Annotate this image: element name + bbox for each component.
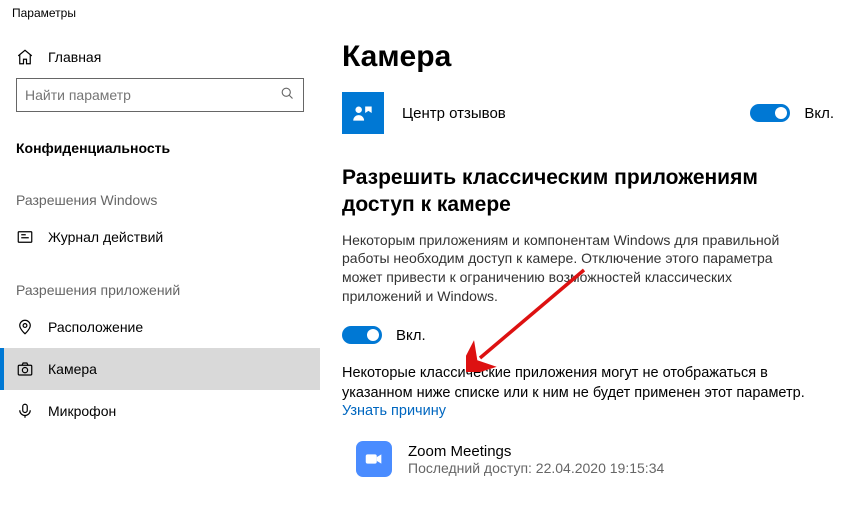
- allow-classic-desc: Некоторым приложениям и компонентам Wind…: [342, 231, 812, 307]
- main-content: Камера Центр отзывов Вкл. Разрешить клас…: [320, 26, 856, 529]
- search-input-wrap[interactable]: [16, 78, 304, 112]
- classic-app-sub: Последний доступ: 22.04.2020 19:15:34: [408, 460, 664, 476]
- learn-why-link[interactable]: Узнать причину: [342, 403, 834, 419]
- sidebar-item-camera[interactable]: Камера: [0, 348, 320, 390]
- sidebar-item-microphone[interactable]: Микрофон: [0, 390, 320, 432]
- app-name: Центр отзывов: [402, 105, 732, 122]
- sidebar-item-label: Камера: [48, 361, 97, 377]
- classic-app-name: Zoom Meetings: [408, 443, 664, 460]
- microphone-icon: [16, 402, 34, 420]
- sidebar-item-privacy[interactable]: Конфиденциальность: [0, 128, 320, 168]
- classic-app-row: Zoom Meetings Последний доступ: 22.04.20…: [342, 441, 834, 477]
- sidebar-item-home[interactable]: Главная: [0, 36, 320, 78]
- sidebar-item-label: Расположение: [48, 319, 143, 335]
- camera-icon: [16, 360, 34, 378]
- sidebar-item-label: Главная: [48, 49, 101, 65]
- feedback-toggle[interactable]: [750, 104, 790, 122]
- page-title: Камера: [342, 40, 834, 74]
- sidebar-section-windows: Разрешения Windows: [0, 168, 320, 216]
- app-row-feedback: Центр отзывов Вкл.: [342, 92, 834, 134]
- allow-classic-toggle-label: Вкл.: [396, 327, 426, 344]
- sidebar-item-label: Микрофон: [48, 403, 116, 419]
- classic-note: Некоторые классические приложения могут …: [342, 364, 812, 403]
- search-icon: [280, 86, 295, 104]
- search-input[interactable]: [25, 87, 280, 103]
- sidebar-item-label: Журнал действий: [48, 229, 163, 245]
- window-title: Параметры: [0, 0, 856, 26]
- sidebar-section-apps: Разрешения приложений: [0, 258, 320, 306]
- home-icon: [16, 48, 34, 66]
- feedback-hub-icon: [342, 92, 384, 134]
- zoom-icon: [356, 441, 392, 477]
- location-icon: [16, 318, 34, 336]
- allow-classic-heading: Разрешить классическим приложениям досту…: [342, 164, 812, 219]
- sidebar: Главная Конфиденциальность Разрешения Wi…: [0, 26, 320, 529]
- allow-classic-toggle[interactable]: [342, 326, 382, 344]
- sidebar-item-label: Конфиденциальность: [16, 140, 170, 156]
- sidebar-item-location[interactable]: Расположение: [0, 306, 320, 348]
- sidebar-item-activity[interactable]: Журнал действий: [0, 216, 320, 258]
- activity-icon: [16, 228, 34, 246]
- feedback-toggle-label: Вкл.: [804, 105, 834, 122]
